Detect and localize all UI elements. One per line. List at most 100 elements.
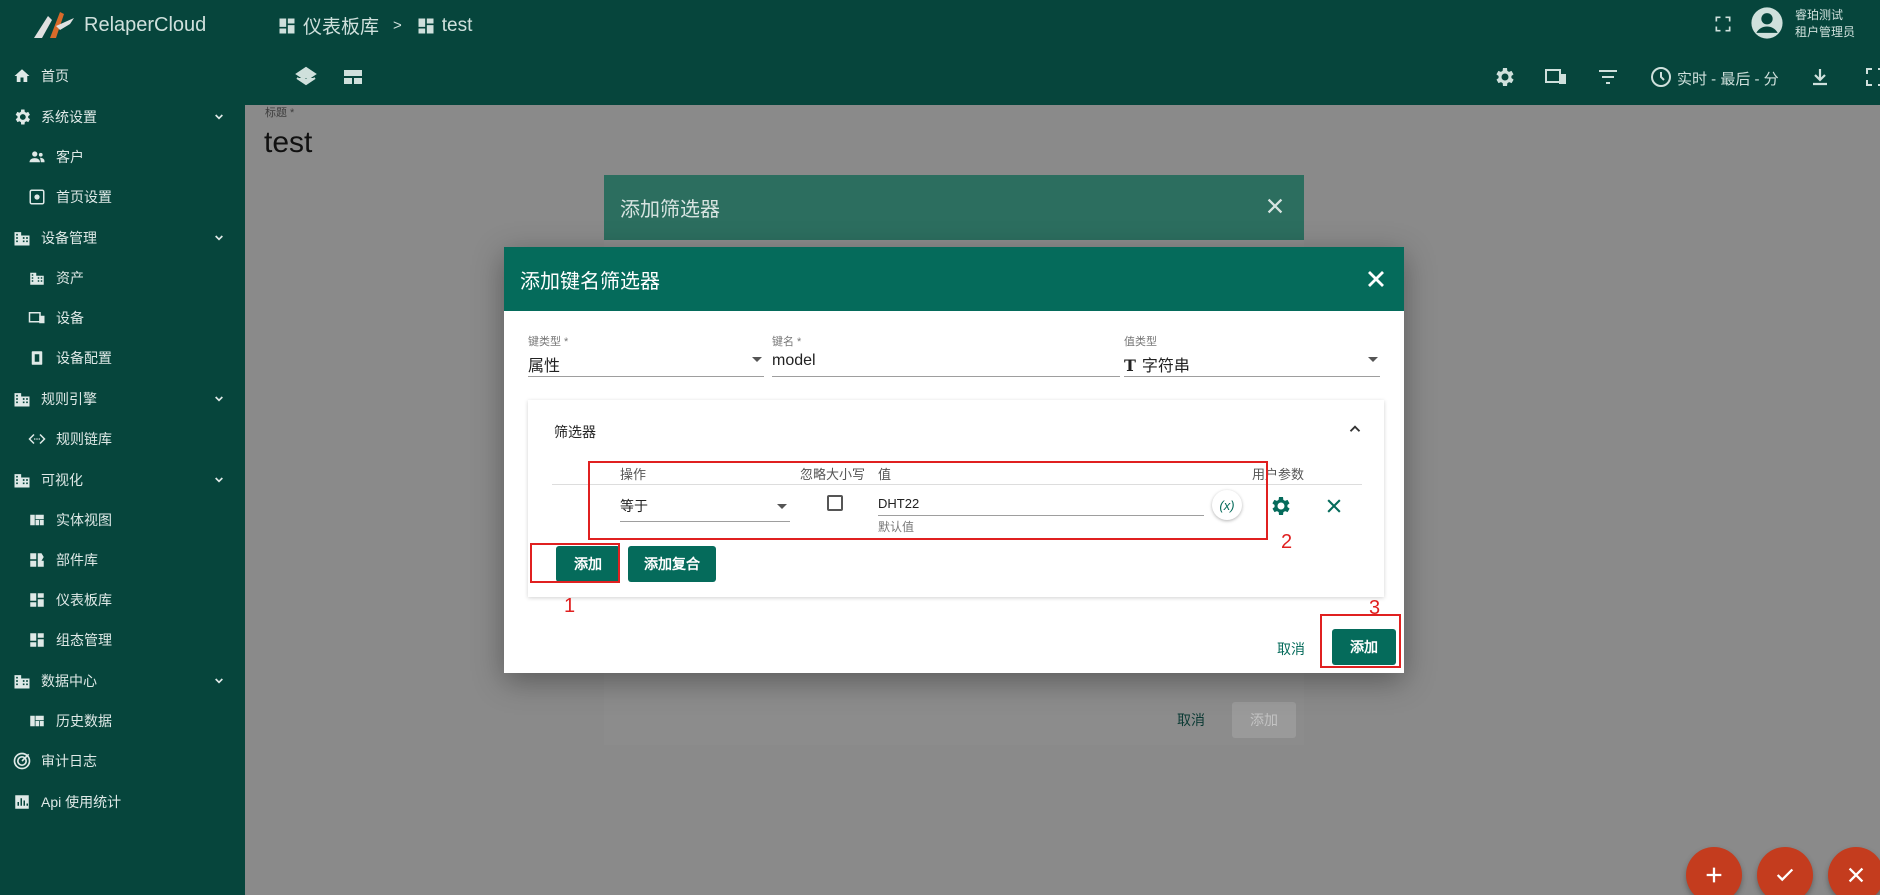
download-icon[interactable] [1808,65,1832,89]
sidebar-item-label: 资产 [56,270,84,286]
sidebar-item-home[interactable]: 首页 [0,61,245,91]
breadcrumb-parent[interactable]: 仪表板库 [303,12,379,39]
annotation-number-2: 2 [1281,531,1293,553]
dashboard-icon [26,589,48,611]
clock-icon[interactable] [1649,65,1673,89]
breadcrumb: 仪表板库 > test [277,12,472,39]
user-name: 睿珀测试 [1795,8,1844,22]
brand[interactable]: RelaperCloud [0,0,245,50]
sidebar-item-dashboards[interactable]: 仪表板库 [0,585,245,615]
view-quilt-icon [26,509,48,531]
settings-box-icon [26,186,48,208]
annotation-box-2 [588,461,1268,540]
code-arrows-icon [26,428,48,450]
field-label: 键类型 * [528,336,569,348]
annotation-box-3 [1320,614,1401,668]
dashboard-icon [416,16,436,36]
sidebar-item-customers[interactable]: 客户 [0,142,245,172]
brand-logo-icon [30,8,76,42]
sidebar-item-history-data[interactable]: 历史数据 [0,706,245,736]
panel-title: 筛选器 [554,424,596,440]
fullscreen-icon[interactable] [1713,14,1733,39]
key-type-select[interactable]: 键类型 * 属性 [528,333,764,377]
dropdown-arrow-icon [752,357,762,362]
sidebar-item-entity-views[interactable]: 实体视图 [0,505,245,535]
filter-icon[interactable] [1596,65,1620,89]
sidebar-item-visualization[interactable]: 可视化 [0,465,245,495]
sidebar-item-system-settings[interactable]: 系统设置 [0,102,245,132]
close-icon[interactable] [1264,195,1286,217]
sidebar-item-label: 设备管理 [41,230,97,246]
people-icon [26,146,48,168]
chevron-down-icon [215,477,223,483]
text-type-icon: T [1124,356,1136,375]
sidebar-item-device-management[interactable]: 设备管理 [0,223,245,253]
sidebar-item-label: 部件库 [56,552,98,568]
sidebar-item-label: 审计日志 [41,753,97,769]
timewindow-label[interactable]: 实时 - 最后 - 分 [1677,68,1779,89]
chevron-down-icon [215,396,223,402]
add-button-disabled[interactable]: 添加 [1232,702,1296,738]
cancel-button[interactable]: 取消 [1277,639,1305,659]
layout-icon[interactable] [341,65,365,89]
devices-icon [26,307,48,329]
field-value: 字符串 [1141,358,1190,375]
dashboard-icon [277,16,297,36]
sidebar-item-scada[interactable]: 组态管理 [0,625,245,655]
sidebar-item-label: 首页 [41,68,69,84]
sidebar-item-label: 组态管理 [56,632,112,648]
devices-icon[interactable] [1544,65,1568,89]
sidebar-item-rule-chains[interactable]: 规则链库 [0,424,245,454]
field-value-wrap: T 字符串 [1124,352,1380,376]
track-changes-icon [11,750,33,772]
annotation-number-3: 3 [1369,597,1381,619]
dialog-title: 添加筛选器 [620,199,720,221]
layers-icon[interactable] [294,65,318,89]
add-complex-filter-button[interactable]: 添加复合 [628,546,716,582]
home-icon [11,65,33,87]
save-fab-button[interactable] [1757,847,1813,895]
sidebar-item-devices[interactable]: 设备 [0,303,245,333]
sidebar-item-label: 设备配置 [56,350,112,366]
building-icon [11,227,33,249]
dashboard-toolbar: 实时 - 最后 - 分 [245,50,1880,105]
close-icon[interactable] [1324,496,1344,521]
account-icon[interactable] [1750,6,1784,45]
sidebar-item-label: 设备 [56,310,84,326]
sidebar-item-device-profiles[interactable]: 设备配置 [0,343,245,373]
close-icon [1848,867,1864,883]
add-fab-button[interactable] [1686,847,1742,895]
dropdown-arrow-icon [1368,357,1378,362]
gear-icon[interactable] [1268,494,1292,523]
sidebar-item-home-settings[interactable]: 首页设置 [0,182,245,212]
sidebar-item-api-usage[interactable]: Api 使用统计 [0,787,245,817]
page-title[interactable]: test [264,126,312,160]
breadcrumb-separator: > [393,17,402,34]
add-key-filter-dialog: 添加键名筛选器 键类型 * 属性 键名 * model 值类型 T 字符串 筛选器… [504,247,1404,673]
sidebar-item-assets[interactable]: 资产 [0,263,245,293]
brand-name: RelaperCloud [84,13,207,36]
sidebar-item-widget-library[interactable]: 部件库 [0,545,245,575]
sidebar-item-label: 可视化 [41,472,83,488]
fullscreen-icon[interactable] [1863,65,1880,89]
building-icon [11,469,33,491]
chevron-down-icon [215,235,223,241]
chevron-down-icon [215,114,223,120]
gear-icon[interactable] [1492,65,1516,89]
cancel-button[interactable]: 取消 [1177,710,1205,730]
sidebar-item-label: 历史数据 [56,713,112,729]
dialog-header: 添加筛选器 [604,175,1304,240]
value-type-select[interactable]: 值类型 T 字符串 [1124,333,1380,377]
chevron-up-icon[interactable] [1346,420,1364,438]
sidebar-item-label: 规则引擎 [41,391,97,407]
sidebar-item-data-center[interactable]: 数据中心 [0,666,245,696]
key-name-input[interactable]: 键名 * model [772,333,1120,377]
profile-icon [26,347,48,369]
breadcrumb-current: test [441,14,473,36]
cancel-fab-button[interactable] [1828,847,1880,895]
sidebar-item-audit-logs[interactable]: 审计日志 [0,746,245,776]
close-icon[interactable] [1364,267,1388,291]
sidebar-item-rule-engine[interactable]: 规则引擎 [0,384,245,414]
annotation-number-1: 1 [564,595,576,617]
plus-icon [1706,867,1722,883]
